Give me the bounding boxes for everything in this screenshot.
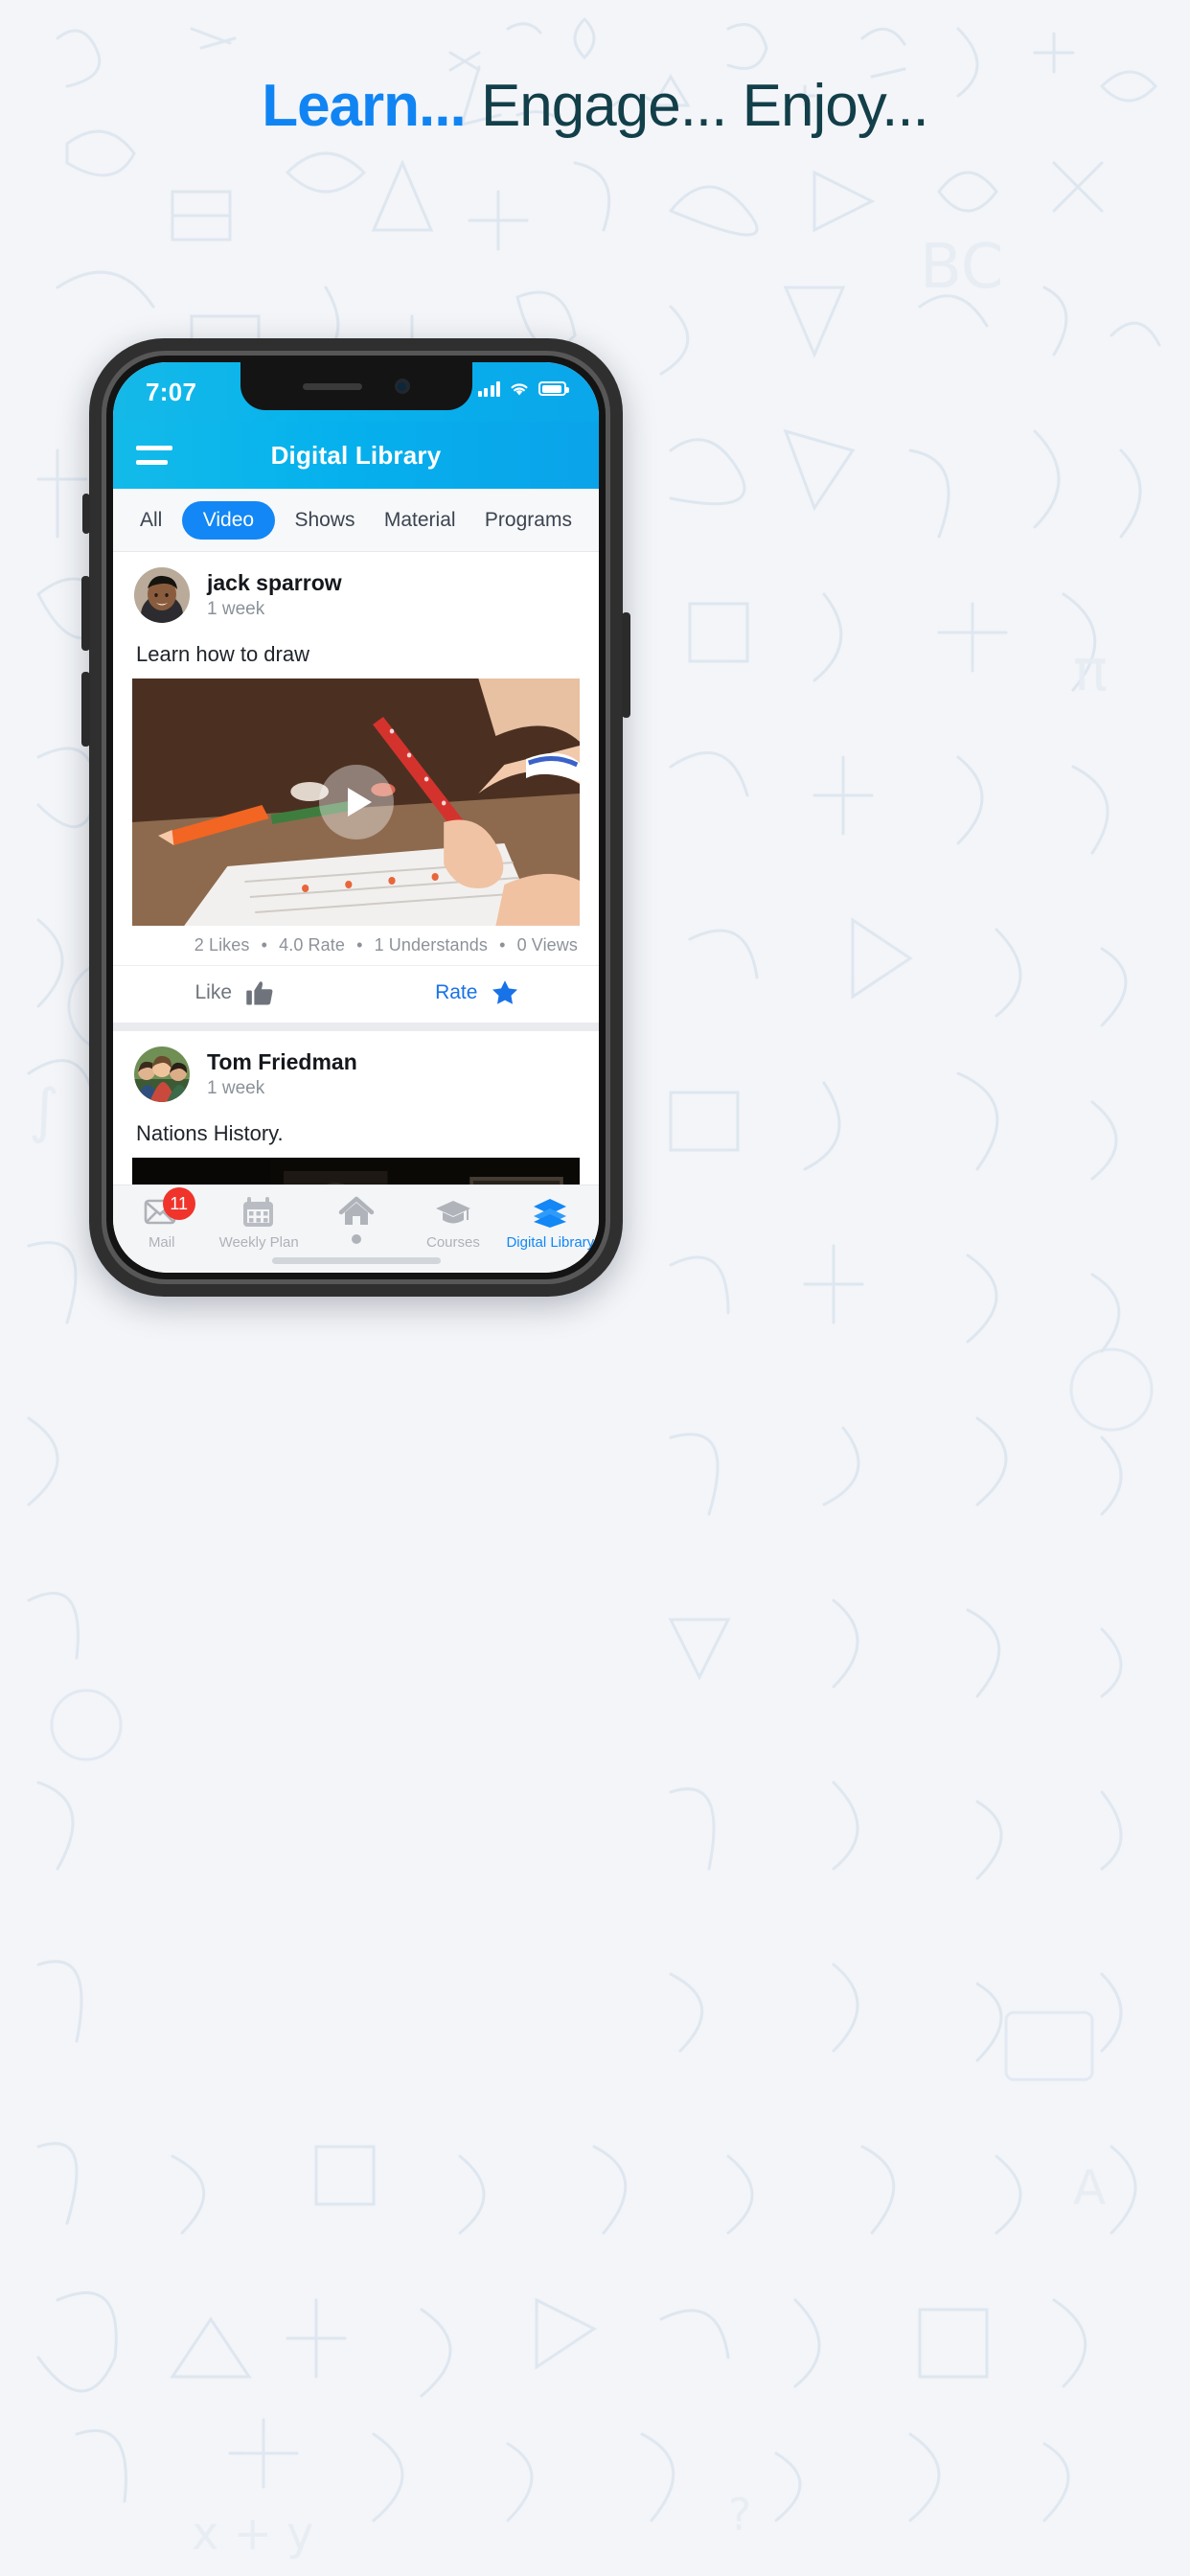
books-icon — [532, 1196, 568, 1229]
signal-bars-icon — [477, 380, 500, 397]
graduation-cap-icon — [435, 1196, 471, 1229]
stat-separator: • — [261, 935, 267, 954]
phone-mute-switch — [82, 494, 90, 534]
headline-rest: Engage... Enjoy... — [465, 73, 929, 139]
avatar[interactable] — [134, 1046, 190, 1102]
post-card: jack sparrow 1 week Learn how to draw 2 … — [113, 552, 599, 1023]
svg-text:BC: BC — [920, 232, 1003, 303]
app-screen: 7:07 Digital Library All Video Shows Mat… — [113, 362, 599, 1273]
rate-button-label: Rate — [435, 981, 478, 1003]
home-indicator — [271, 1257, 441, 1264]
stat-rate: 4.0 Rate — [279, 935, 345, 954]
phone-volume-up-button — [81, 576, 90, 651]
post-body-text: Nations History. — [136, 1121, 284, 1145]
hamburger-menu-icon[interactable] — [136, 446, 172, 465]
avatar[interactable] — [134, 567, 190, 623]
post-author: jack sparrow — [207, 569, 342, 595]
svg-text:A: A — [1073, 2160, 1106, 2216]
post-body-text: Learn how to draw — [136, 642, 309, 666]
nav-label-courses: Courses — [425, 1234, 480, 1251]
tab-shows[interactable]: Shows — [285, 501, 364, 540]
nav-item-mail[interactable]: 11 Mail — [113, 1187, 210, 1251]
mail-icon: 11 — [144, 1187, 195, 1229]
post-actions: Like Rate — [113, 965, 599, 1023]
stat-likes: 2 Likes — [194, 935, 250, 954]
post-video-thumbnail[interactable]: e 19 Age 47 — [132, 1158, 580, 1184]
svg-text:∫: ∫ — [29, 1075, 59, 1145]
rate-button[interactable]: Rate — [356, 978, 600, 1007]
post-header: jack sparrow 1 week — [113, 552, 599, 632]
tab-video[interactable]: Video — [181, 500, 276, 540]
battery-icon — [538, 381, 569, 396]
status-bar: 7:07 — [113, 362, 599, 422]
post-card: Tom Friedman 1 week Nations History. e 1… — [113, 1031, 599, 1184]
stat-separator: • — [499, 935, 506, 954]
front-camera — [394, 379, 410, 394]
post-timestamp: 1 week — [207, 1077, 265, 1098]
tab-all[interactable]: All — [130, 501, 172, 540]
svg-text:π: π — [1073, 637, 1108, 704]
calendar-icon — [240, 1196, 277, 1229]
post-timestamp: 1 week — [207, 598, 265, 619]
phone-volume-down-button — [81, 672, 90, 747]
nav-label-mail: Mail — [148, 1234, 175, 1251]
nav-item-courses[interactable]: Courses — [404, 1196, 501, 1251]
svg-text:x + y: x + y — [192, 2507, 314, 2561]
star-icon — [492, 980, 518, 1004]
hero-headline: Learn... Engage... Enjoy... — [0, 75, 1190, 137]
phone-mockup: 7:07 Digital Library All Video Shows Mat… — [81, 338, 630, 1297]
stat-separator: • — [356, 935, 363, 954]
page-title: Digital Library — [270, 440, 442, 470]
post-author: Tom Friedman — [207, 1048, 357, 1074]
app-header: Digital Library — [113, 422, 599, 489]
home-icon — [338, 1196, 375, 1229]
headline-accent: Learn... — [262, 73, 467, 139]
stat-understands: 1 Understands — [374, 935, 488, 954]
post-video-thumbnail[interactable] — [132, 678, 580, 926]
wifi-icon — [511, 383, 528, 396]
like-button[interactable]: Like — [113, 978, 356, 1007]
home-active-dot — [351, 1234, 361, 1244]
stat-views: 0 Views — [516, 935, 578, 954]
tab-programs[interactable]: Programs — [475, 501, 582, 540]
filter-tabs: All Video Shows Material Programs — [113, 489, 599, 552]
nav-label-weekly-plan: Weekly Plan — [218, 1234, 299, 1251]
nav-item-digital-library[interactable]: Digital Library — [502, 1196, 599, 1251]
nav-label-digital-library: Digital Library — [506, 1234, 595, 1251]
post-stats: 2 Likes • 4.0 Rate • 1 Understands • 0 V… — [113, 926, 599, 965]
tab-material[interactable]: Material — [375, 501, 466, 540]
nav-item-weekly-plan[interactable]: Weekly Plan — [210, 1196, 307, 1251]
earpiece-speaker — [302, 382, 362, 390]
like-button-label: Like — [195, 981, 233, 1003]
status-clock: 7:07 — [146, 378, 197, 406]
post-header: Tom Friedman 1 week — [113, 1031, 599, 1112]
thumbs-up-icon — [246, 981, 273, 1005]
content-feed[interactable]: jack sparrow 1 week Learn how to draw 2 … — [113, 552, 599, 1184]
phone-notch — [240, 362, 472, 410]
play-icon[interactable] — [318, 765, 394, 840]
nav-item-home[interactable] — [308, 1196, 404, 1244]
phone-power-button — [622, 612, 630, 718]
mail-badge: 11 — [162, 1187, 195, 1220]
svg-text:?: ? — [728, 2489, 751, 2541]
